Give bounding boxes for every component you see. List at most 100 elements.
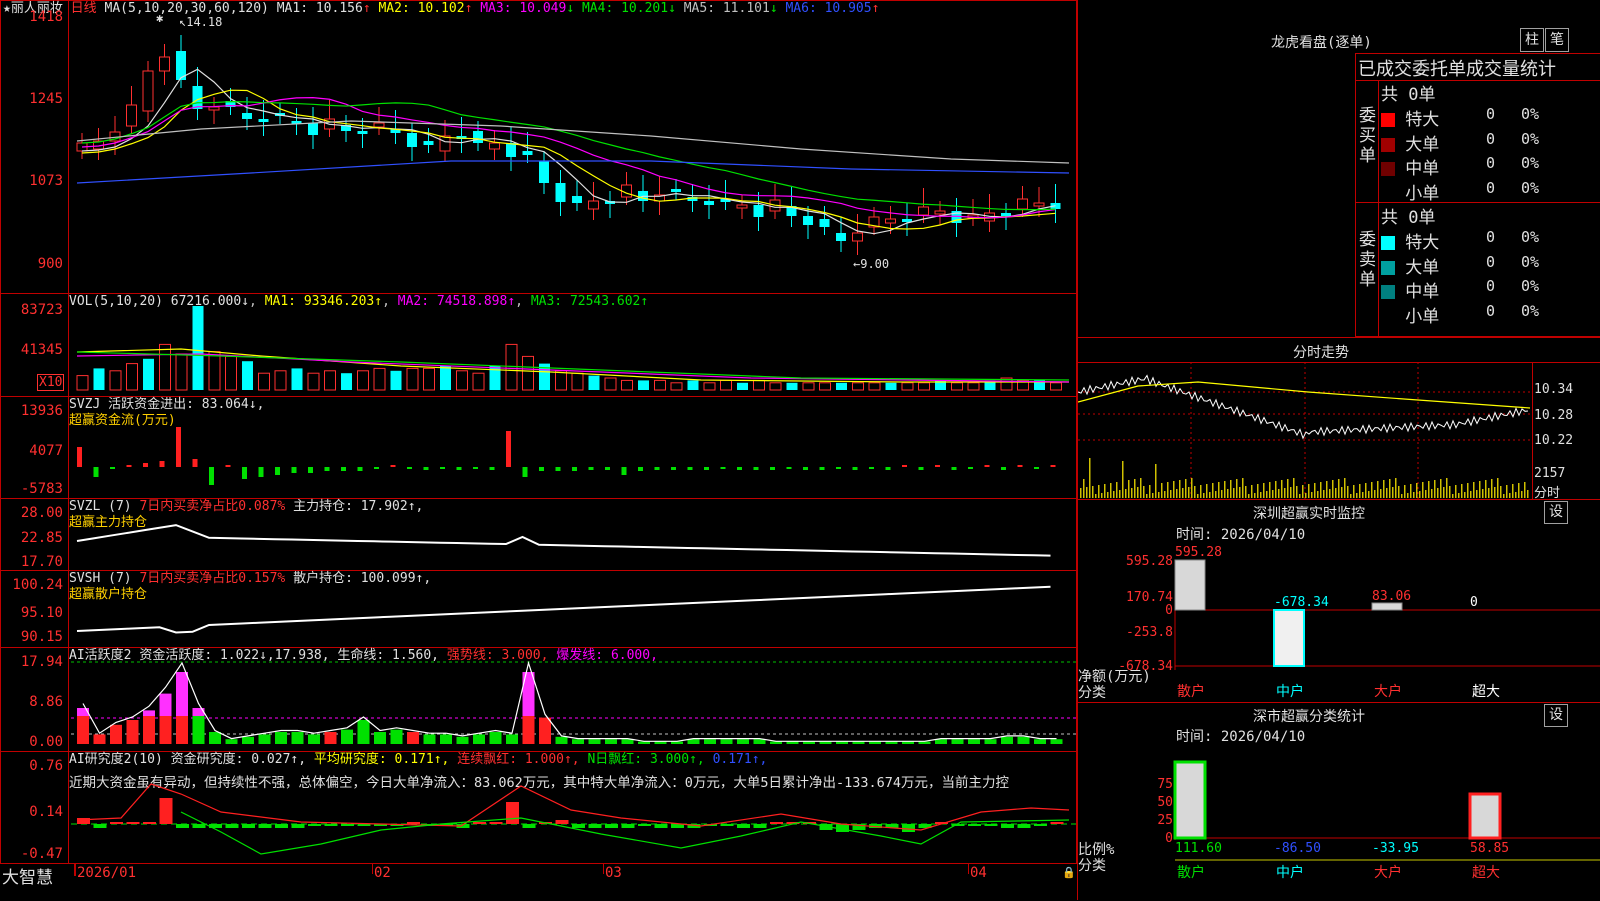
ai-activity-panel[interactable]: AI活跃度2 资金活跃度: 1.022↓,17.938, 生命线: 1.560,… [0,647,1077,752]
fs-vol-bar [1425,490,1427,498]
svsh-panel[interactable]: SVSH (7) 7日内买卖净占比0.157% 散户持仓: 100.099↑, 超… [0,570,1077,648]
research-bar [1017,824,1031,828]
cls-ytick: 25 [1157,813,1173,828]
sz-net-chart: 595.28170.740-253.8-678.34595.28-678.34 8… [1118,545,1600,700]
candle-body-up [439,135,451,152]
cls-cat: 分类 [1078,858,1106,874]
order-row: 特大 [1381,105,1439,130]
stats-title: 已成交委托单成交量统计 [1358,59,1556,80]
vol-bar-up [571,372,584,391]
fs-vol-bar [1245,486,1247,498]
ma4-line [81,100,1056,211]
fs-vol-bar [1149,485,1151,498]
ma6-line [76,160,1070,184]
candle-body-up [852,232,863,242]
flow-bar [308,467,313,473]
activity-bar [225,739,238,744]
fs-vol-bar [1506,485,1508,498]
main-price-panel[interactable]: ★丽人丽妆 日线 MA(5,10,20,30,60,120) MA1: 10.1… [0,0,1077,294]
activity-line [82,660,1057,742]
fs-vol-bar [1302,485,1304,498]
activity-bar [720,739,733,744]
fs-vol-bar [1401,494,1403,498]
fs-vol-bar [1389,479,1391,498]
activity-bar [671,741,683,744]
cls-value: 111.60 [1175,841,1222,856]
vol-bar-down [885,382,897,390]
fs-vol-bar [1464,492,1466,498]
svzj-panel[interactable]: SVZJ 活跃资金进出: 83.064↓, 超赢资金流(万元) 13936 407… [0,396,1077,499]
activity-bar [654,741,667,744]
fs-vol-bar [1491,479,1493,498]
ma5-line [76,120,1070,164]
flow-bar [638,467,643,471]
flow-bar [621,467,627,475]
research-bar [473,822,486,824]
fs-vol-bar [1350,494,1352,498]
svzl-panel[interactable]: SVZL (7) 7日内买卖净占比0.087% 主力持仓: 17.902↑, 超赢… [0,498,1077,571]
research-bar [93,824,107,828]
volume-panel[interactable]: VOL(5,10,20) 67216.000↓, MA1: 93346.203↑… [0,293,1077,397]
vol-bar-down [341,373,352,390]
ai-research-panel[interactable]: AI研究度2(10) 资金研究度: 0.027↑, 平均研究度: 0.171↑,… [0,751,1077,864]
flow-bar [902,465,907,467]
activity-bar [786,741,799,744]
fs-vol-bar [1251,485,1253,498]
fs-vol-bar [1188,487,1190,498]
vol-bar-up [472,372,485,391]
activity-bar [324,732,337,744]
fs-vol-bar [1134,479,1136,498]
fs-vol-bar [1473,482,1475,498]
research-bar [1050,822,1064,824]
candle-body-down [539,161,549,183]
lock-icon[interactable]: 🔒 [1062,866,1076,879]
fs-vol-bar [1386,488,1388,498]
flow-bar [671,467,676,470]
ma2-line [81,89,1056,230]
vol-bar-up [769,382,782,391]
fs-vol-bar [1308,484,1310,498]
candle-body-up [126,104,137,127]
intraday-chart [1078,362,1533,500]
vol-bar-up [654,379,666,391]
fs-vol-bar [1170,490,1172,498]
fs-vol-bar [1455,485,1457,498]
fs-vol-bar [1494,487,1496,498]
sz-xlabel: 散户 [1177,683,1205,700]
fs-vol-bar [1527,490,1529,498]
research-bar [770,822,783,824]
buy-side-label: 委买单 [1359,106,1376,166]
research-bar [489,822,503,824]
fs-vol-bar [1413,492,1415,498]
x-label: 2026/01 [77,865,137,881]
activity-bar [737,739,749,744]
sz-value: 0 [1470,595,1478,610]
cls-value: 58.85 [1470,841,1509,856]
vol-bar-down [836,382,847,390]
flow-bar [390,465,396,467]
fs-vol-bar [1176,489,1178,498]
flow-bar [357,467,363,471]
activity-bar [621,739,634,744]
research-bar [605,824,618,828]
candle-body-up [489,142,500,150]
fs-vol-bar [1254,493,1256,498]
order-row: 特大 [1381,228,1439,253]
cls-ytick: 50 [1157,795,1173,810]
lhb-title: 龙虎看盘(逐单) [1271,35,1372,51]
fs-vol-bar [1209,492,1211,498]
activity-bar [506,734,518,744]
flow-bar [770,467,775,470]
fs-vol-bar [1395,478,1397,498]
ma3-line [81,97,1056,219]
fs-vol-bar [1137,487,1139,498]
activity-bar [291,732,304,744]
bar-view-button[interactable]: 柱 [1520,28,1544,52]
research-bar [621,824,635,828]
activity-bar [374,732,386,744]
tick-view-button[interactable]: 笔 [1545,28,1569,52]
flow-bar [951,467,957,470]
vol-bar-up [901,382,914,391]
activity-bar [638,741,650,744]
flow-bar [819,467,825,470]
